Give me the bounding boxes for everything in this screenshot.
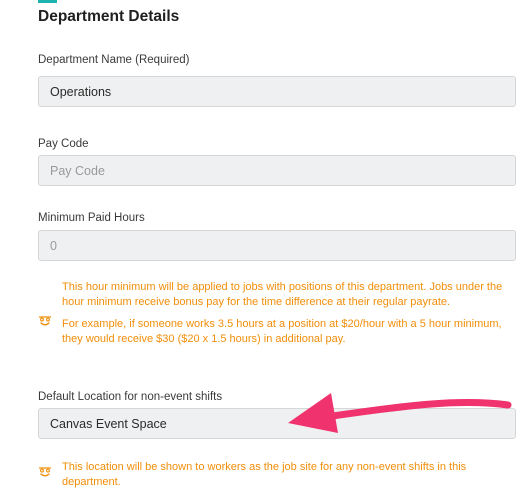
- info-face-icon: [38, 467, 52, 477]
- pay-code-label: Pay Code: [38, 138, 89, 150]
- info-face-icon: [38, 316, 52, 326]
- minimum-paid-hours-label: Minimum Paid Hours: [38, 212, 145, 224]
- section-accent-bar: [38, 0, 57, 3]
- default-location-input[interactable]: [38, 408, 516, 439]
- pay-code-input[interactable]: [38, 155, 516, 186]
- default-location-help-note: This location will be shown to workers a…: [62, 460, 514, 490]
- minimum-paid-hours-input[interactable]: [38, 230, 516, 261]
- section-title: Department Details: [38, 8, 180, 25]
- minimum-hours-note-paragraph: This hour minimum will be applied to job…: [62, 281, 503, 308]
- default-location-label: Default Location for non-event shifts: [38, 391, 223, 403]
- department-name-label: Department Name (Required): [38, 54, 190, 66]
- minimum-hours-example-paragraph: For example, if someone works 3.5 hours …: [62, 318, 502, 345]
- minimum-hours-help-note: This hour minimum will be applied to job…: [62, 280, 514, 347]
- default-location-note-text: This location will be shown to workers a…: [62, 461, 467, 488]
- department-details-form: Department Details Department Name (Requ…: [0, 0, 526, 492]
- department-name-input[interactable]: [38, 76, 516, 107]
